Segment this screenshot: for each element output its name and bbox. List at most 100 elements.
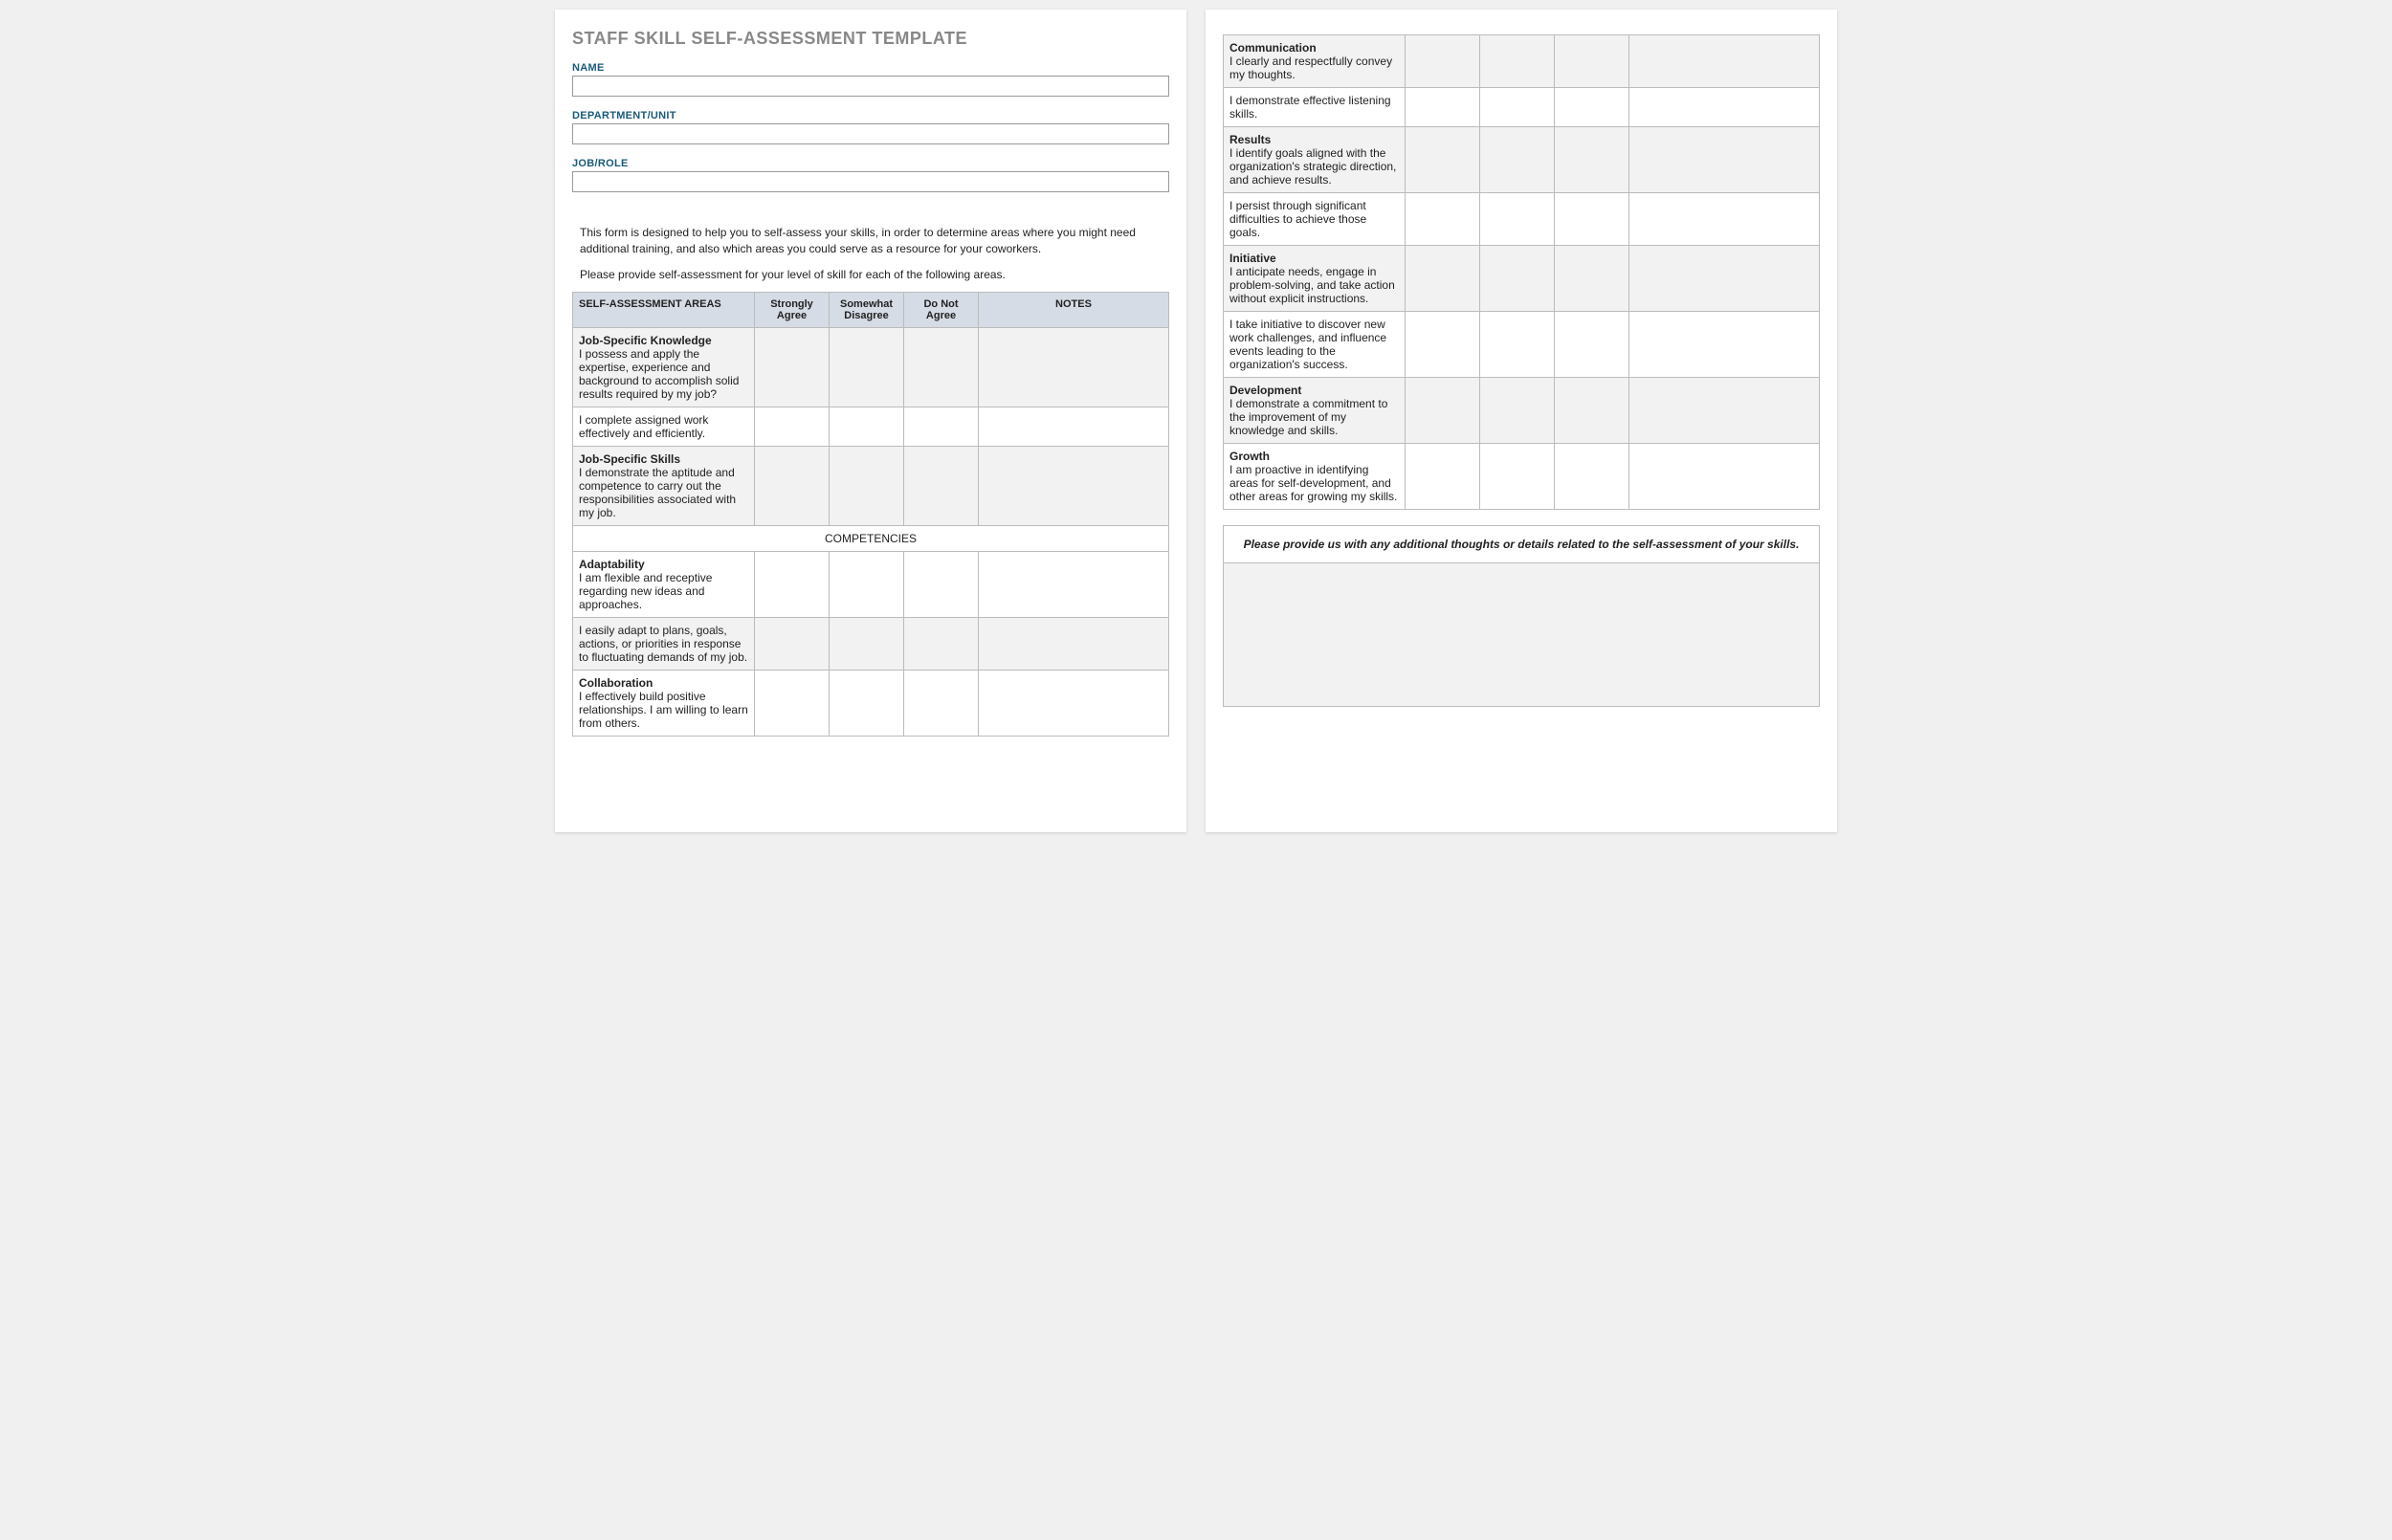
table-row: CommunicationI clearly and respectfully … [1224, 35, 1820, 88]
rating-cell[interactable] [1480, 88, 1555, 127]
area-desc: I complete assigned work effectively and… [579, 413, 708, 440]
rating-cell[interactable] [830, 328, 904, 407]
notes-cell[interactable] [1629, 378, 1820, 444]
table-row: AdaptabilityI am flexible and receptive … [573, 552, 1169, 618]
table-row: I easily adapt to plans, goals, actions,… [573, 618, 1169, 671]
rating-cell[interactable] [1480, 193, 1555, 246]
rating-cell[interactable] [755, 618, 830, 671]
section-row-competencies: COMPETENCIES [573, 526, 1169, 552]
area-title: Growth [1229, 450, 1399, 463]
notes-cell[interactable] [979, 618, 1169, 671]
rating-cell[interactable] [830, 552, 904, 618]
header-swd: Somewhat Disagree [830, 293, 904, 328]
assessment-table-2: CommunicationI clearly and respectfully … [1223, 34, 1820, 510]
notes-cell[interactable] [979, 671, 1169, 737]
table-row: GrowthI am proactive in identifying area… [1224, 444, 1820, 510]
rating-cell[interactable] [830, 407, 904, 447]
section-competencies: COMPETENCIES [573, 526, 1169, 552]
table-row: Job-Specific KnowledgeI possess and appl… [573, 328, 1169, 407]
assessment-table-1: SELF-ASSESSMENT AREAS Strongly Agree Som… [572, 292, 1169, 737]
area-title: Communication [1229, 41, 1399, 55]
rating-cell[interactable] [1406, 444, 1480, 510]
area-desc: I am flexible and receptive regarding ne… [579, 571, 712, 611]
area-desc: I anticipate needs, engage in problem-so… [1229, 265, 1395, 305]
rating-cell[interactable] [1555, 246, 1629, 312]
rating-cell[interactable] [1555, 312, 1629, 378]
rating-cell[interactable] [904, 407, 979, 447]
rating-cell[interactable] [1406, 312, 1480, 378]
rating-cell[interactable] [1555, 444, 1629, 510]
notes-cell[interactable] [1629, 88, 1820, 127]
table-row: InitiativeI anticipate needs, engage in … [1224, 246, 1820, 312]
name-input[interactable] [572, 76, 1169, 97]
notes-cell[interactable] [979, 447, 1169, 526]
area-title: Development [1229, 384, 1399, 397]
rating-cell[interactable] [830, 447, 904, 526]
table-row: ResultsI identify goals aligned with the… [1224, 127, 1820, 193]
dept-label: DEPARTMENT/UNIT [572, 110, 1169, 121]
rating-cell[interactable] [904, 328, 979, 407]
area-title: Adaptability [579, 558, 748, 571]
table-row: DevelopmentI demonstrate a commitment to… [1224, 378, 1820, 444]
area-cell: DevelopmentI demonstrate a commitment to… [1224, 378, 1406, 444]
rating-cell[interactable] [1406, 88, 1480, 127]
area-desc: I am proactive in identifying areas for … [1229, 463, 1397, 503]
rating-cell[interactable] [1480, 444, 1555, 510]
rating-cell[interactable] [1406, 193, 1480, 246]
notes-cell[interactable] [1629, 127, 1820, 193]
rating-cell[interactable] [755, 447, 830, 526]
area-desc: I take initiative to discover new work c… [1229, 318, 1386, 371]
rating-cell[interactable] [1555, 193, 1629, 246]
rating-cell[interactable] [1555, 88, 1629, 127]
area-desc: I easily adapt to plans, goals, actions,… [579, 624, 747, 664]
rating-cell[interactable] [1480, 35, 1555, 88]
feedback-input[interactable] [1223, 563, 1820, 707]
rating-cell[interactable] [1406, 246, 1480, 312]
dept-input[interactable] [572, 123, 1169, 144]
role-label: JOB/ROLE [572, 158, 1169, 169]
rating-cell[interactable] [755, 328, 830, 407]
area-desc: I demonstrate effective listening skills… [1229, 94, 1391, 121]
rating-cell[interactable] [1480, 378, 1555, 444]
area-title: Initiative [1229, 252, 1399, 265]
notes-cell[interactable] [1629, 444, 1820, 510]
rating-cell[interactable] [904, 671, 979, 737]
rating-cell[interactable] [1555, 127, 1629, 193]
rating-cell[interactable] [904, 552, 979, 618]
rating-cell[interactable] [755, 671, 830, 737]
rating-cell[interactable] [830, 671, 904, 737]
area-title: Results [1229, 133, 1399, 146]
notes-cell[interactable] [979, 407, 1169, 447]
rating-cell[interactable] [755, 552, 830, 618]
rating-cell[interactable] [1406, 35, 1480, 88]
notes-cell[interactable] [1629, 35, 1820, 88]
table-row: I persist through significant difficulti… [1224, 193, 1820, 246]
rating-cell[interactable] [1480, 127, 1555, 193]
area-cell: Job-Specific KnowledgeI possess and appl… [573, 328, 755, 407]
rating-cell[interactable] [1480, 246, 1555, 312]
notes-cell[interactable] [1629, 193, 1820, 246]
rating-cell[interactable] [904, 447, 979, 526]
notes-cell[interactable] [1629, 312, 1820, 378]
rating-cell[interactable] [1555, 35, 1629, 88]
area-desc: I possess and apply the expertise, exper… [579, 347, 739, 401]
header-notes: NOTES [979, 293, 1169, 328]
table-row: Job-Specific SkillsI demonstrate the apt… [573, 447, 1169, 526]
rating-cell[interactable] [1480, 312, 1555, 378]
rating-cell[interactable] [1555, 378, 1629, 444]
notes-cell[interactable] [979, 328, 1169, 407]
rating-cell[interactable] [1406, 127, 1480, 193]
role-input[interactable] [572, 171, 1169, 192]
area-title: Job-Specific Skills [579, 452, 748, 466]
area-cell: I persist through significant difficulti… [1224, 193, 1406, 246]
rating-cell[interactable] [904, 618, 979, 671]
header-row: SELF-ASSESSMENT AREAS Strongly Agree Som… [573, 293, 1169, 328]
notes-cell[interactable] [1629, 246, 1820, 312]
page-title: STAFF SKILL SELF-ASSESSMENT TEMPLATE [572, 29, 1169, 49]
rating-cell[interactable] [755, 407, 830, 447]
notes-cell[interactable] [979, 552, 1169, 618]
feedback-prompt: Please provide us with any additional th… [1223, 525, 1820, 563]
rating-cell[interactable] [1406, 378, 1480, 444]
rating-cell[interactable] [830, 618, 904, 671]
table-row: I take initiative to discover new work c… [1224, 312, 1820, 378]
